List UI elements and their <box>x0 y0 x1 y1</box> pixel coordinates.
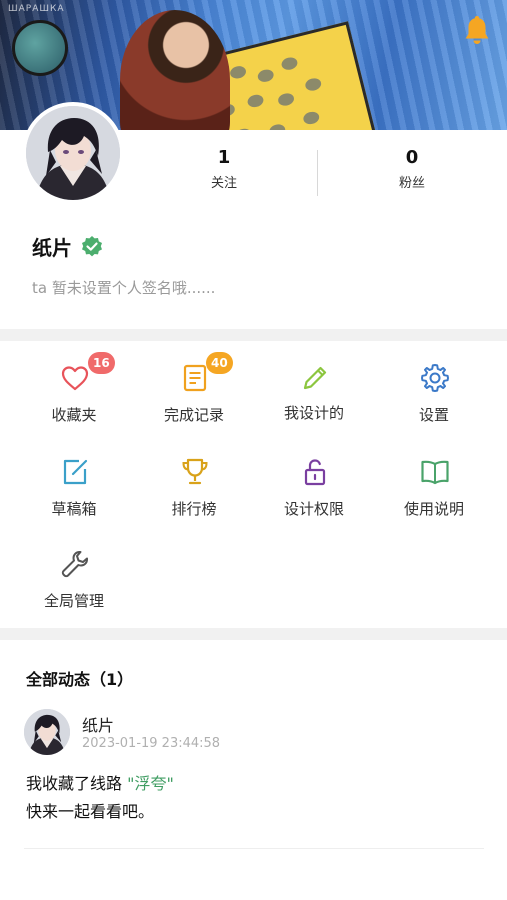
global-admin-label: 全局管理 <box>43 592 104 610</box>
my-designs-label: 我设计的 <box>283 404 344 422</box>
records-badge: 40 <box>206 352 233 374</box>
following-label: 关注 <box>210 176 237 191</box>
records-label: 完成记录 <box>163 406 224 424</box>
activity-content: 我收藏了线路 "浮夸" 快来一起看看吧。 <box>26 770 174 826</box>
avatar-image <box>26 106 120 200</box>
favorites-button[interactable]: 16 收藏夹 <box>14 342 134 424</box>
activity-avatar[interactable] <box>24 709 70 755</box>
banner-caption: ШАРАШКА <box>8 4 65 14</box>
verified-badge-icon <box>82 235 102 256</box>
following-count: 1 <box>217 147 231 168</box>
section-divider <box>0 628 507 640</box>
settings-button[interactable]: 设置 <box>374 342 494 424</box>
activity-timestamp: 2023-01-19 23:44:58 <box>82 736 221 751</box>
guide-button[interactable]: 使用说明 <box>374 436 494 518</box>
heart-icon <box>61 366 89 391</box>
book-icon <box>421 460 449 485</box>
trophy-icon <box>182 458 208 485</box>
pencil-icon <box>303 366 327 390</box>
favorites-label: 收藏夹 <box>51 406 97 424</box>
wrench-icon <box>61 551 88 578</box>
bell-icon[interactable] <box>463 14 491 46</box>
profile-stats: 1 关注 0 粉丝 <box>130 146 507 202</box>
activity-text: 我收藏了线路 <box>26 774 128 793</box>
activity-title: 全部动态（1） <box>26 670 134 689</box>
unlock-icon <box>304 459 326 486</box>
my-designs-button[interactable]: 我设计的 <box>254 342 374 422</box>
followers-label: 粉丝 <box>398 176 425 191</box>
signature: ta 暂未设置个人签名哦...... <box>32 279 216 297</box>
following-stat[interactable]: 1 关注 <box>130 146 318 202</box>
username: 纸片 <box>32 236 72 260</box>
drafts-button[interactable]: 草稿箱 <box>14 436 134 518</box>
guide-label: 使用说明 <box>403 500 464 518</box>
section-divider <box>0 329 507 341</box>
drafts-label: 草稿箱 <box>51 500 97 518</box>
gear-icon <box>421 364 449 392</box>
leaderboard-button[interactable]: 排行榜 <box>134 436 254 518</box>
edit-box-icon <box>63 459 88 485</box>
route-link[interactable]: "浮夸" <box>127 774 174 793</box>
followers-stat[interactable]: 0 粉丝 <box>318 146 506 202</box>
favorites-badge: 16 <box>88 352 115 374</box>
activity-avatar-image <box>24 709 70 755</box>
activity-author[interactable]: 纸片 <box>82 712 114 736</box>
username-row: 纸片 <box>32 232 104 261</box>
avatar[interactable] <box>22 102 124 204</box>
stats-divider <box>317 150 318 196</box>
activity-divider <box>24 848 484 849</box>
activity-text-line2: 快来一起看看吧。 <box>26 802 155 821</box>
design-permission-label: 设计权限 <box>283 500 344 518</box>
records-button[interactable]: 40 完成记录 <box>134 342 254 424</box>
followers-count: 0 <box>405 147 419 168</box>
banner-art-ball <box>12 20 68 76</box>
design-permission-button[interactable]: 设计权限 <box>254 436 374 518</box>
settings-label: 设置 <box>418 406 449 424</box>
leaderboard-label: 排行榜 <box>171 500 217 518</box>
global-admin-button[interactable]: 全局管理 <box>14 528 134 610</box>
